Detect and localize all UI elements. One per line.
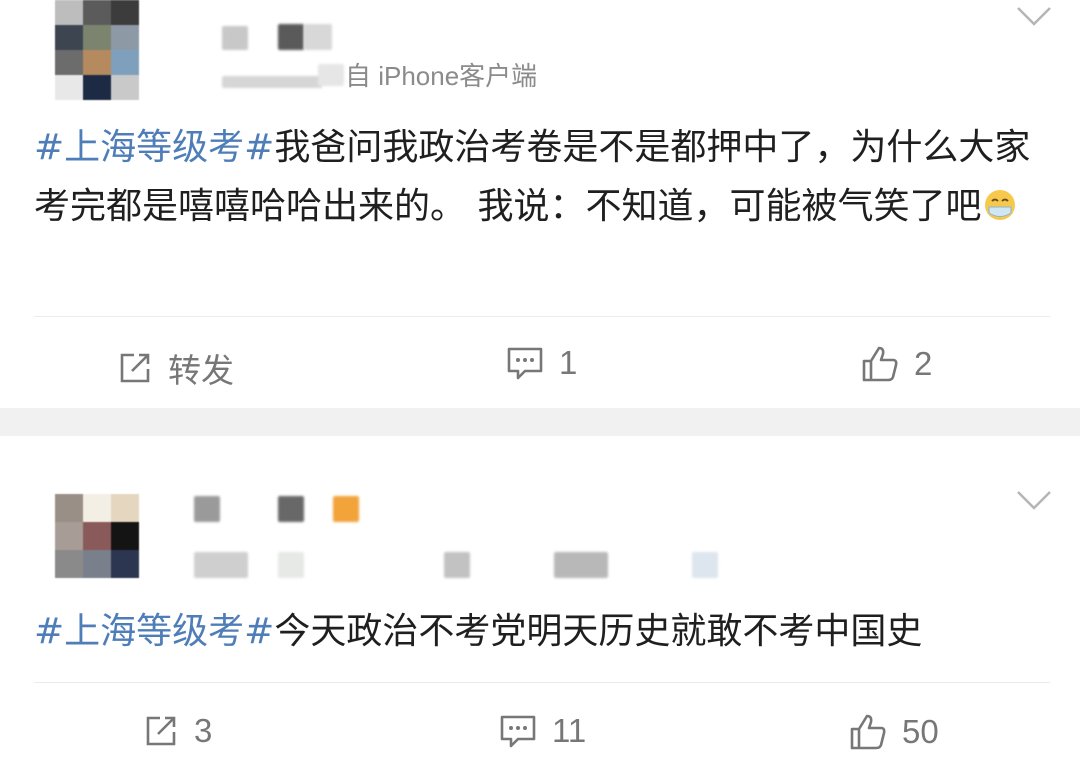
avatar[interactable] xyxy=(55,0,139,100)
comment-count: 1 xyxy=(559,344,578,381)
thumbs-up-icon xyxy=(862,346,898,382)
post-content: #上海等级考#我爸问我政治考卷是不是都押中了，为什么大家考完都是嘻嘻哈哈出来的。… xyxy=(34,118,1054,236)
chevron-down-icon[interactable] xyxy=(1014,488,1054,512)
topic-link[interactable]: #上海等级考# xyxy=(34,127,274,168)
post-card: #上海等级考#今天政治不考党明天历史就敢不考中国史 3 11 50 xyxy=(0,436,1080,779)
repost-icon xyxy=(146,716,176,746)
like-count: 2 xyxy=(914,345,933,382)
feed-separator xyxy=(0,408,1080,436)
like-count: 50 xyxy=(902,713,939,750)
avatar[interactable] xyxy=(55,494,139,578)
like-button[interactable]: 50 xyxy=(848,712,939,752)
mask-face-emoji xyxy=(985,190,1016,220)
chevron-down-icon[interactable] xyxy=(1014,4,1054,28)
like-button[interactable]: 2 xyxy=(860,344,932,384)
post-content: #上海等级考#今天政治不考党明天历史就敢不考中国史 xyxy=(34,602,1054,661)
comment-button[interactable]: 1 xyxy=(505,344,577,382)
divider xyxy=(34,316,1050,317)
post-text: 今天政治不考党明天历史就敢不考中国史 xyxy=(274,611,923,652)
repost-count: 3 xyxy=(194,712,213,749)
comment-icon xyxy=(500,715,536,748)
post-source: 自 iPhone客户端 xyxy=(345,61,538,91)
repost-icon xyxy=(120,353,150,383)
repost-button[interactable]: 3 xyxy=(142,712,212,750)
post-card: 自 iPhone客户端 #上海等级考#我爸问我政治考卷是不是都押中了，为什么大家… xyxy=(0,0,1080,408)
comment-button[interactable]: 11 xyxy=(498,712,586,750)
comment-icon xyxy=(507,347,543,380)
repost-button[interactable]: 转发 xyxy=(116,344,234,392)
thumbs-up-icon xyxy=(850,714,886,750)
comment-count: 11 xyxy=(552,712,587,749)
topic-link[interactable]: #上海等级考# xyxy=(34,611,274,652)
repost-label: 转发 xyxy=(168,352,234,389)
divider xyxy=(34,682,1050,683)
